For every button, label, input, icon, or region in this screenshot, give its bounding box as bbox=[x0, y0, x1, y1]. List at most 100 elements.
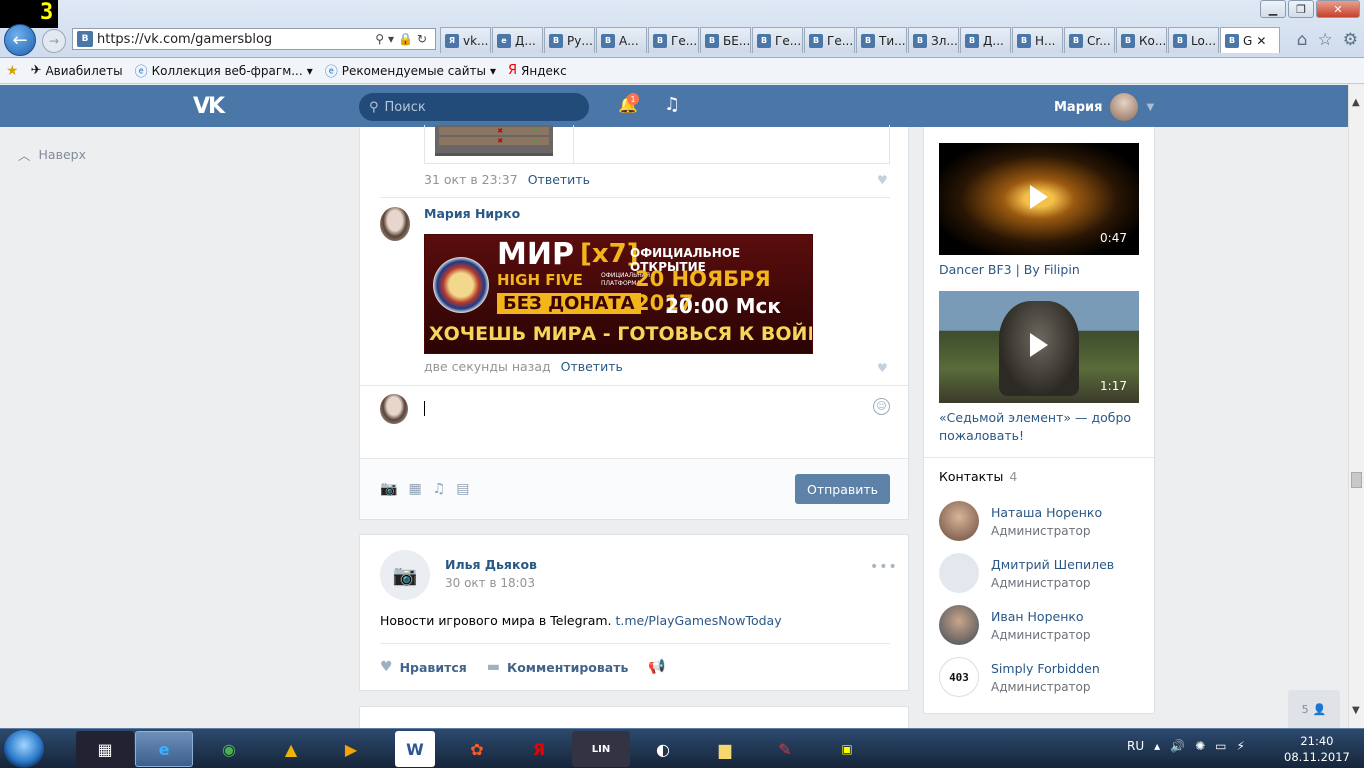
camera-icon[interactable]: 📷 bbox=[380, 481, 397, 497]
post-link[interactable]: t.me/PlayGamesNowToday bbox=[615, 613, 781, 628]
taskbar-app-icon[interactable]: ▦ bbox=[76, 731, 134, 767]
tab[interactable]: Яvk... bbox=[440, 27, 491, 53]
tab[interactable]: B Д... bbox=[960, 27, 1011, 53]
contact-name[interactable]: Simply Forbidden bbox=[991, 661, 1100, 676]
image-editor-icon[interactable]: ✎ bbox=[756, 731, 814, 767]
comment-author[interactable]: Мария Нирко bbox=[424, 206, 520, 221]
post-date[interactable]: 30 окт в 18:03 bbox=[445, 576, 535, 590]
tab[interactable]: B Lo... bbox=[1168, 27, 1219, 53]
contact-name[interactable]: Иван Норенко bbox=[991, 609, 1084, 624]
contact-item[interactable]: 403 Simply Forbidden Администратор bbox=[939, 657, 1149, 697]
contacts-header[interactable]: Контакты 4 bbox=[939, 469, 1017, 484]
tray-app-icon[interactable]: ✺ bbox=[1195, 739, 1205, 753]
contact-name[interactable]: Дмитрий Шепилев bbox=[991, 557, 1114, 572]
film-reel-icon[interactable]: ✿ bbox=[448, 731, 506, 767]
address-tools[interactable]: ⚲▾🔒↻ bbox=[375, 32, 435, 46]
avast-icon[interactable]: ▲ bbox=[262, 731, 320, 767]
folder-icon[interactable]: ▆ bbox=[696, 731, 754, 767]
avatar[interactable] bbox=[380, 207, 410, 241]
document-icon[interactable]: ▤ bbox=[456, 481, 469, 497]
music-icon[interactable]: ♫ bbox=[433, 481, 446, 497]
volume-icon[interactable]: 🔊 bbox=[1170, 739, 1185, 753]
favorite-item[interactable]: ✈ Авиабилеты bbox=[31, 63, 123, 78]
tab-close-icon[interactable]: ✕ bbox=[1256, 34, 1266, 48]
scroll-up-icon[interactable]: ▲ bbox=[1352, 97, 1360, 108]
word-icon[interactable]: W bbox=[395, 731, 435, 767]
reply-link[interactable]: Ответить bbox=[528, 172, 590, 187]
language-indicator[interactable]: RU bbox=[1127, 739, 1144, 753]
power-icon[interactable]: ⚡ bbox=[1237, 739, 1245, 753]
maximize-button[interactable]: ❐ bbox=[1288, 0, 1314, 18]
comment-button[interactable]: ▬ Комментировать bbox=[487, 659, 629, 675]
address-url[interactable]: https://vk.com/gamersblog bbox=[97, 32, 375, 47]
tab[interactable]: B Ге... bbox=[648, 27, 699, 53]
ble-icon[interactable]: ◐ bbox=[634, 731, 692, 767]
home-icon[interactable]: ⌂ bbox=[1297, 30, 1308, 50]
contact-name[interactable]: Наташа Норенко bbox=[991, 505, 1102, 520]
comment-date[interactable]: 31 окт в 23:37 bbox=[424, 172, 518, 187]
like-button[interactable]: ♥ Нравится bbox=[380, 659, 467, 675]
favorite-item[interactable]: ⓔ Коллекция веб-фрагм... ▾ bbox=[135, 61, 313, 81]
back-button[interactable]: ← bbox=[4, 24, 36, 56]
attachment-preview[interactable]: ✖ ✔ ✖ ✔ bbox=[424, 125, 890, 164]
tab[interactable]: B Ге... bbox=[752, 27, 803, 53]
address-bar[interactable]: B https://vk.com/gamersblog ⚲▾🔒↻ bbox=[72, 28, 436, 50]
tray-expand-icon[interactable]: ▴ bbox=[1154, 739, 1160, 753]
contact-item[interactable]: Дмитрий Шепилев Администратор bbox=[939, 553, 1149, 593]
more-options-icon[interactable]: ••• bbox=[870, 559, 898, 575]
chrome-icon[interactable]: ◉ bbox=[200, 731, 258, 767]
yandex-browser-icon[interactable]: Я bbox=[510, 731, 568, 767]
like-heart-icon[interactable]: ♥ bbox=[877, 173, 888, 187]
scroll-down-icon[interactable]: ▼ bbox=[1352, 705, 1360, 716]
tab[interactable]: e Д... bbox=[492, 27, 543, 53]
tab[interactable]: B БЕ... bbox=[700, 27, 751, 53]
reply-link[interactable]: Ответить bbox=[561, 359, 623, 374]
favorite-item[interactable]: ⓔ Рекомендуемые сайты ▾ bbox=[325, 61, 496, 81]
emoji-icon[interactable]: ☺ bbox=[873, 398, 890, 415]
scroll-thumb[interactable] bbox=[1351, 472, 1362, 488]
forward-button[interactable]: → bbox=[42, 29, 66, 53]
video-icon[interactable]: ▦ bbox=[408, 481, 421, 497]
tab[interactable]: B Cr... bbox=[1064, 27, 1115, 53]
comment-date[interactable]: две секунды назад bbox=[424, 359, 551, 374]
video-title[interactable]: Dancer BF3 | By Filipin bbox=[939, 261, 1139, 279]
camera-placeholder-avatar-icon[interactable]: 📷 bbox=[380, 550, 430, 600]
network-icon[interactable]: ▭ bbox=[1215, 739, 1226, 753]
search-input[interactable]: ⚲ Поиск bbox=[359, 93, 589, 121]
page-scrollbar[interactable]: ▲ ▼ bbox=[1348, 85, 1364, 728]
favorites-star-icon[interactable]: ☆ bbox=[1318, 30, 1333, 50]
video-thumbnail[interactable]: 0:47 bbox=[939, 143, 1139, 255]
minimize-button[interactable]: ▁ bbox=[1260, 0, 1286, 18]
send-button[interactable]: Отправить bbox=[795, 474, 890, 504]
tab[interactable]: B А... bbox=[596, 27, 647, 53]
like-heart-icon[interactable]: ♥ bbox=[877, 361, 888, 375]
post-author[interactable]: Илья Дьяков bbox=[445, 557, 537, 572]
tab-active[interactable]: B G ✕ bbox=[1220, 27, 1280, 53]
tab[interactable]: B Зл... bbox=[908, 27, 959, 53]
settings-gear-icon[interactable]: ⚙ bbox=[1343, 30, 1358, 50]
music-icon[interactable]: ♫ bbox=[664, 94, 680, 115]
promo-banner-image[interactable]: МИР [x7] ОФИЦИАЛЬНОЕ ОТКРЫТИЕ HIGH FIVE … bbox=[424, 234, 813, 354]
comment-composer[interactable]: ☺ bbox=[360, 385, 908, 457]
contact-item[interactable]: Иван Норенко Администратор bbox=[939, 605, 1149, 645]
tab[interactable]: B Ру... bbox=[544, 27, 595, 53]
favorites-star-icon[interactable]: ★ bbox=[6, 63, 19, 79]
media-player-icon[interactable]: ▶ bbox=[322, 731, 380, 767]
user-menu[interactable]: Мария ▼ bbox=[1054, 93, 1154, 121]
share-button[interactable]: 📢 bbox=[648, 659, 665, 675]
favorite-item[interactable]: Я Яндекс bbox=[508, 63, 567, 78]
start-button[interactable] bbox=[4, 730, 44, 768]
vk-logo[interactable]: VK bbox=[193, 94, 225, 119]
back-to-top-link[interactable]: ︿ Наверх bbox=[18, 145, 86, 164]
video-title[interactable]: «Седьмой элемент» — добро пожаловать! bbox=[939, 409, 1139, 445]
notifications-bell-icon[interactable]: 🔔 1 bbox=[618, 93, 639, 114]
friends-online-chip[interactable]: 5 👤 bbox=[1288, 690, 1340, 728]
monitor-app-icon[interactable]: ▣ bbox=[818, 731, 876, 767]
game-launcher-icon[interactable]: LIN bbox=[572, 731, 630, 767]
video-thumbnail[interactable]: 1:17 bbox=[939, 291, 1139, 403]
internet-explorer-icon[interactable]: e bbox=[135, 731, 193, 767]
tab[interactable]: B Ге... bbox=[804, 27, 855, 53]
system-clock[interactable]: 21:40 08.11.2017 bbox=[1284, 733, 1350, 765]
tab[interactable]: B Ти... bbox=[856, 27, 907, 53]
contact-item[interactable]: Наташа Норенко Администратор bbox=[939, 501, 1149, 541]
